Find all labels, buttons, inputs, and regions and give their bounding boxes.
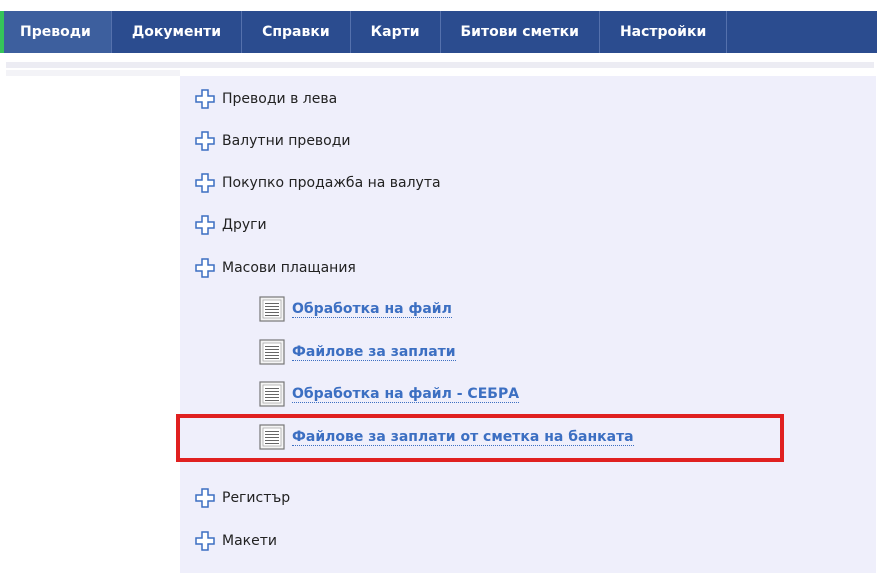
- menu-item-currency-transfers[interactable]: Валутни преводи: [194, 130, 351, 152]
- menu-item-label: Покупко продажба на валута: [222, 175, 441, 191]
- menu-item-label: Преводи в лева: [222, 91, 338, 107]
- menu-item-label: Други: [222, 217, 267, 233]
- menu-item-other[interactable]: Други: [194, 214, 267, 236]
- plus-icon: [194, 530, 216, 552]
- subitem-link[interactable]: Обработка на файл: [292, 301, 452, 318]
- plus-icon: [194, 172, 216, 194]
- menu-item-currency-exchange[interactable]: Покупко продажба на валута: [194, 172, 441, 194]
- subitem-salary-files[interactable]: Файлове за заплати: [258, 338, 456, 366]
- main-navbar: Преводи Документи Справки Карти Битови с…: [0, 11, 877, 53]
- subitem-file-processing[interactable]: Обработка на файл: [258, 295, 452, 323]
- plus-icon: [194, 88, 216, 110]
- menu-item-bulk-payments[interactable]: Масови плащания: [194, 257, 356, 279]
- menu-item-label: Макети: [222, 533, 277, 549]
- subitem-link[interactable]: Файлове за заплати: [292, 344, 456, 361]
- divider-strip: [6, 70, 180, 76]
- subitem-link[interactable]: Обработка на файл - СЕБРА: [292, 386, 520, 403]
- plus-icon: [194, 130, 216, 152]
- divider-strip: [6, 62, 874, 68]
- transfers-menu-panel: Преводи в лева Валутни преводи Покупко п…: [180, 76, 876, 573]
- tab-settings[interactable]: Настройки: [600, 11, 728, 53]
- document-icon: [258, 338, 286, 366]
- highlight-box: [176, 414, 784, 462]
- plus-icon: [194, 214, 216, 236]
- tab-documents[interactable]: Документи: [112, 11, 243, 53]
- tab-cards[interactable]: Карти: [351, 11, 441, 53]
- menu-item-label: Валутни преводи: [222, 133, 351, 149]
- document-icon: [258, 295, 286, 323]
- menu-item-bgn-transfers[interactable]: Преводи в лева: [194, 88, 337, 110]
- plus-icon: [194, 257, 216, 279]
- document-icon: [258, 380, 286, 408]
- menu-item-label: Масови плащания: [222, 260, 356, 276]
- menu-item-templates[interactable]: Макети: [194, 530, 277, 552]
- menu-item-register[interactable]: Регистър: [194, 487, 290, 509]
- tab-utility-bills[interactable]: Битови сметки: [441, 11, 600, 53]
- subitem-file-processing-sebra[interactable]: Обработка на файл - СЕБРА: [258, 380, 520, 408]
- tab-transfers[interactable]: Преводи: [0, 11, 112, 53]
- plus-icon: [194, 487, 216, 509]
- menu-item-label: Регистър: [222, 490, 291, 506]
- tab-reports[interactable]: Справки: [242, 11, 351, 53]
